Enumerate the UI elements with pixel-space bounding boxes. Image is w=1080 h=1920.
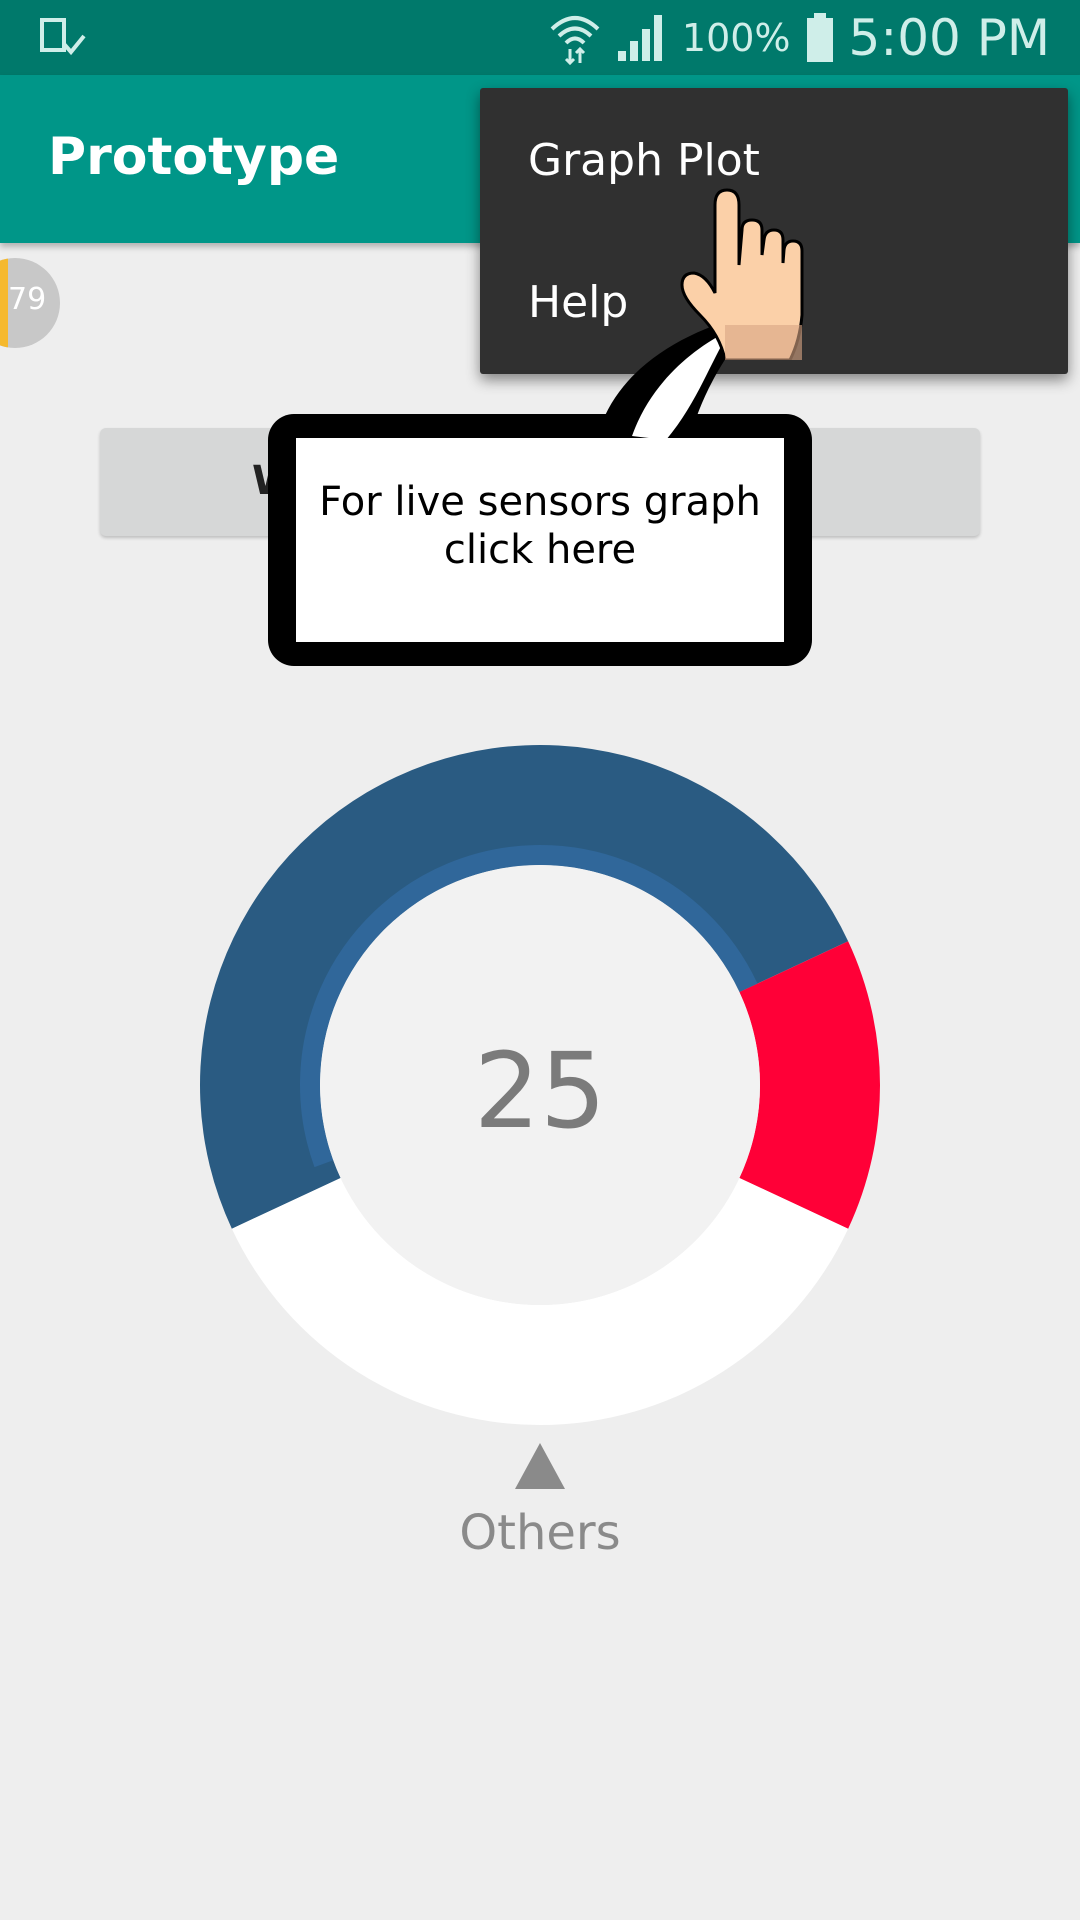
callout-text-line-2: click here bbox=[443, 527, 637, 573]
callout-text: For live sensors graph click here bbox=[296, 478, 784, 574]
menu-item-graph-plot-label: Graph Plot bbox=[528, 134, 760, 186]
pointing-hand-icon bbox=[680, 188, 804, 360]
menu-item-help-label: Help bbox=[528, 276, 629, 328]
callout-text-line-1: For live sensors graph bbox=[319, 479, 761, 525]
triangle-pointer-icon bbox=[515, 1443, 565, 1489]
gauge-selected-label: Others bbox=[459, 1505, 621, 1561]
gauge-center-value: 25 bbox=[473, 1030, 607, 1152]
gauge-segment-red bbox=[739, 941, 880, 1229]
